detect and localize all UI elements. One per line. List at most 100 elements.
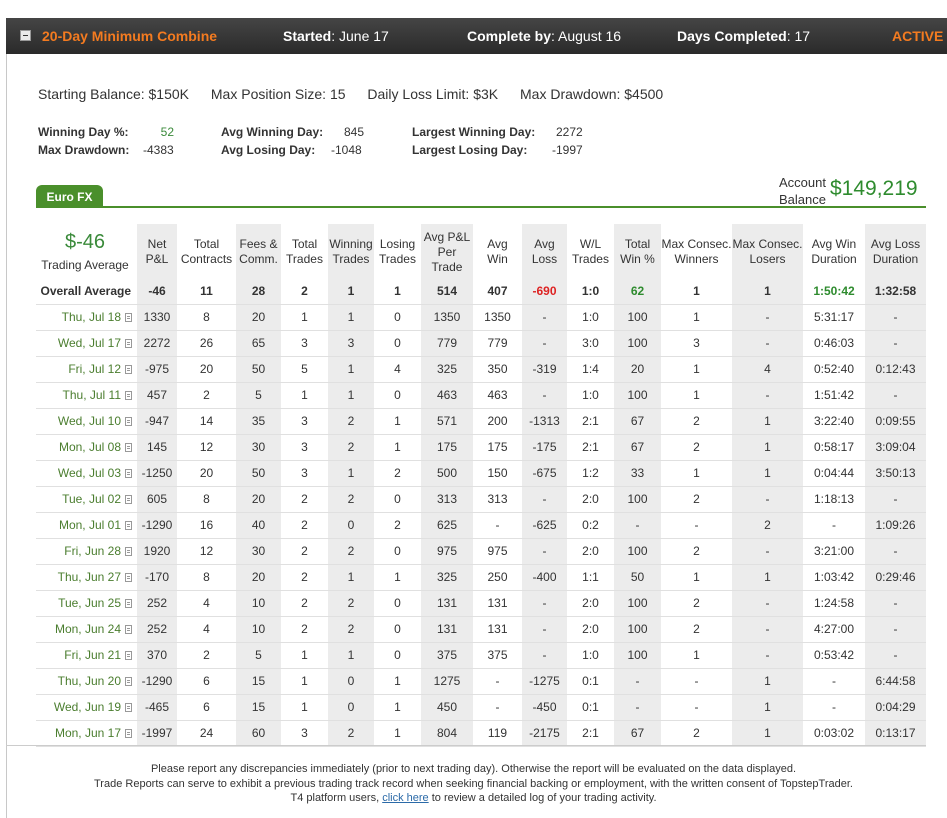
row-date[interactable]: Mon, Jun 17 — [36, 721, 121, 746]
trade-log-icon[interactable] — [125, 521, 132, 530]
trade-log-icon[interactable] — [125, 625, 132, 634]
cell-w-l-trades: 1:0 — [581, 284, 600, 298]
cell-total-trades: 1 — [301, 674, 308, 688]
cell-max-consec-losers: 1 — [764, 700, 771, 714]
cell-net-p-l: -1290 — [141, 674, 173, 688]
row-date[interactable]: Thu, Jul 18 — [36, 305, 121, 330]
cell-avg-loss-duration: 0:13:17 — [875, 726, 916, 740]
trade-log-icon[interactable] — [125, 599, 132, 608]
column-header-net-p-l: Net P&L — [137, 224, 177, 280]
row-date[interactable]: Fri, Jun 28 — [36, 539, 121, 564]
trade-log-icon[interactable] — [125, 365, 132, 374]
cell-w-l-trades: 1:0 — [582, 388, 599, 402]
cell-fees-comm: 40 — [251, 518, 266, 532]
trade-log-icon[interactable] — [125, 417, 132, 426]
trade-log-icon[interactable] — [125, 703, 132, 712]
trade-log-icon[interactable] — [125, 469, 132, 478]
trading-average-value: $-46 — [64, 231, 106, 253]
trade-log-icon[interactable] — [125, 651, 132, 660]
cell-avg-loss: -2175 — [529, 726, 560, 740]
cell-fees-comm: 28 — [251, 284, 266, 298]
row-date[interactable]: Wed, Jun 19 — [36, 695, 121, 720]
row-date[interactable]: Thu, Jun 20 — [36, 669, 121, 694]
cell-avg-loss: -690 — [532, 284, 557, 298]
cell-avg-win-duration: 0:52:40 — [813, 362, 855, 376]
cell-w-l-trades: 0:1 — [582, 700, 599, 714]
cell-losing-trades: 1 — [394, 674, 401, 688]
row-date[interactable]: Tue, Jun 25 — [36, 591, 121, 616]
row-date[interactable]: Fri, Jul 12 — [36, 357, 121, 382]
cell-fees-comm: 30 — [251, 440, 266, 454]
table-row: Thu, Jun 27 -170 8 20 2 1 1 325 250 -400 1:1 50 1 1 1:… — [36, 565, 926, 591]
max-drawdown-rule: Max Drawdown: $4500 — [520, 86, 664, 102]
cell-total-win: 67 — [630, 414, 645, 428]
cell-avg-win: 175 — [487, 440, 508, 454]
cell-avg-win: 131 — [487, 622, 508, 636]
cell-total-contracts: 6 — [203, 674, 210, 688]
cell-w-l-trades: 2:0 — [582, 492, 599, 506]
cell-total-contracts: 26 — [199, 336, 214, 350]
cell-losing-trades: 2 — [394, 466, 401, 480]
cell-total-trades: 2 — [301, 284, 308, 298]
cell-net-p-l: -1290 — [141, 518, 173, 532]
cell-avg-win: 1350 — [484, 310, 511, 324]
trade-log-icon[interactable] — [125, 339, 132, 348]
cell-losing-trades: 0 — [394, 596, 401, 610]
cell-fees-comm: 5 — [255, 388, 262, 402]
cell-total-contracts: 4 — [203, 596, 210, 610]
cell-avg-win: 250 — [487, 570, 508, 584]
cell-losing-trades: 0 — [394, 544, 401, 558]
cell-avg-win-duration: 5:31:17 — [813, 310, 855, 324]
cell-avg-p-l-per-trade: 500 — [436, 466, 458, 480]
cell-avg-win: 150 — [487, 466, 508, 480]
row-date[interactable]: Mon, Jul 08 — [36, 435, 121, 460]
cell-fees-comm: 5 — [255, 648, 262, 662]
trade-log-icon[interactable] — [125, 313, 132, 322]
column-header-avg-p-l-per-trade: Avg P&L Per Trade — [421, 224, 473, 280]
row-date[interactable]: Mon, Jun 24 — [36, 617, 121, 642]
tab-euro-fx[interactable]: Euro FX — [36, 185, 103, 207]
combine-header: 20-Day Minimum Combine Started: June 17 … — [6, 18, 947, 54]
cell-losing-trades: 1 — [394, 414, 401, 428]
row-date[interactable]: Tue, Jul 02 — [36, 487, 121, 512]
cell-w-l-trades: 1:0 — [582, 310, 599, 324]
row-date[interactable]: Thu, Jun 27 — [36, 565, 121, 590]
cell-fees-comm: 10 — [251, 622, 266, 636]
cell-max-consec-winners: - — [694, 674, 699, 688]
row-date[interactable]: Wed, Jul 10 — [36, 409, 121, 434]
cell-total-win: 100 — [627, 648, 648, 662]
cell-total-trades: 3 — [301, 336, 308, 350]
trade-log-icon[interactable] — [125, 443, 132, 452]
trade-log-icon[interactable] — [125, 495, 132, 504]
cell-avg-loss-duration: - — [893, 388, 898, 402]
cell-total-win: 100 — [627, 596, 648, 610]
trade-log-icon[interactable] — [125, 391, 132, 400]
trade-log-icon[interactable] — [125, 729, 132, 738]
trade-log-icon[interactable] — [125, 677, 132, 686]
column-header-max-consec-winners: Max Consec. Winners — [661, 237, 732, 266]
cell-avg-p-l-per-trade: 975 — [436, 544, 458, 558]
cell-w-l-trades: 1:0 — [582, 648, 599, 662]
starting-balance: Starting Balance: $150K — [38, 86, 189, 102]
cell-total-win: 100 — [627, 492, 648, 506]
cell-avg-win: 407 — [487, 284, 508, 298]
cell-avg-loss-duration: 0:04:29 — [875, 700, 916, 714]
cell-avg-p-l-per-trade: 804 — [436, 726, 458, 740]
row-date[interactable]: Wed, Jul 03 — [36, 461, 121, 486]
account-rules: Starting Balance: $150K Max Position Siz… — [38, 86, 681, 102]
cell-net-p-l: -1250 — [141, 466, 173, 480]
trade-log-icon[interactable] — [125, 573, 132, 582]
row-date[interactable]: Thu, Jul 11 — [36, 383, 121, 408]
collapse-icon[interactable] — [20, 30, 31, 41]
row-date[interactable]: Mon, Jul 01 — [36, 513, 121, 538]
cell-avg-p-l-per-trade: 1350 — [433, 310, 461, 324]
cell-total-contracts: 8 — [203, 492, 210, 506]
cell-avg-loss: - — [542, 492, 547, 506]
cell-max-consec-losers: 4 — [764, 362, 771, 376]
row-date[interactable]: Fri, Jun 21 — [36, 643, 121, 668]
trading-average-label: Trading Average — [41, 258, 129, 272]
row-date[interactable]: Wed, Jul 17 — [36, 331, 121, 356]
click-here-link[interactable]: click here — [382, 792, 428, 804]
cell-total-win: - — [635, 518, 640, 532]
trade-log-icon[interactable] — [125, 547, 132, 556]
